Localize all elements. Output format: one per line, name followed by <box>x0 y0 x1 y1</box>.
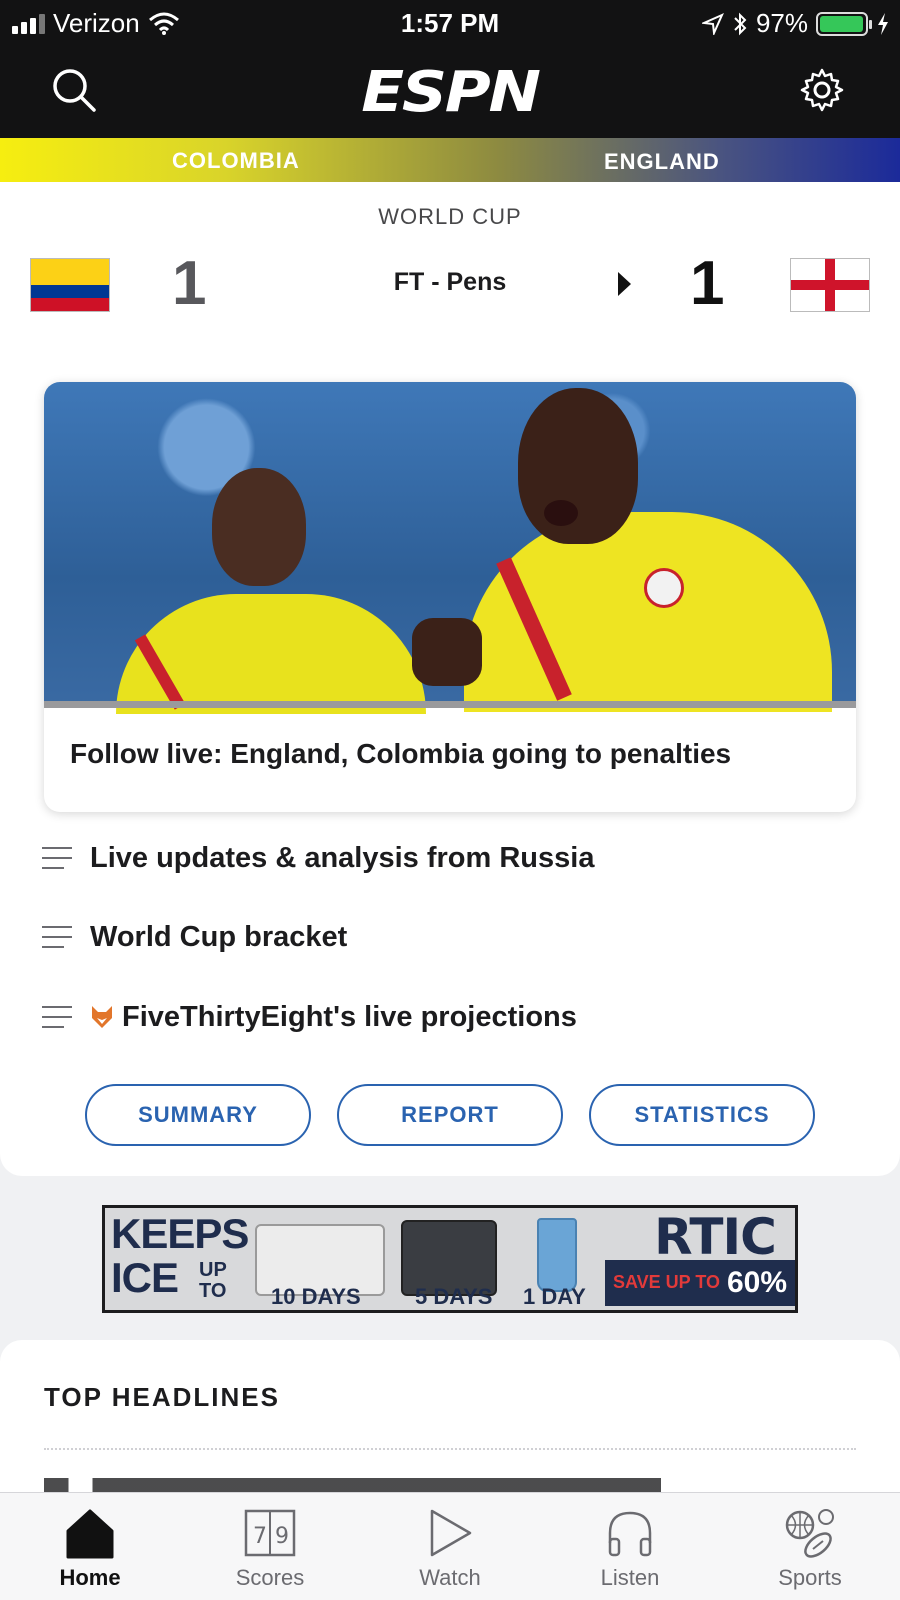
gear-icon[interactable] <box>798 66 846 114</box>
winner-arrow-icon <box>618 272 631 296</box>
play-icon <box>430 1509 472 1557</box>
tab-scores[interactable]: 7 9 Scores <box>180 1493 360 1600</box>
ad-save-badge: SAVE UP TO 60% <box>605 1260 795 1306</box>
home-team-name: COLOMBIA <box>172 148 300 173</box>
away-team-name: ENGLAND <box>604 149 720 174</box>
link-live-updates[interactable]: Live updates & analysis from Russia <box>42 836 594 880</box>
tumbler-image <box>537 1218 577 1292</box>
section-divider <box>44 1448 856 1450</box>
svg-text:7: 7 <box>253 1524 267 1549</box>
away-score: 1 <box>690 249 725 318</box>
svg-text:9: 9 <box>275 1524 289 1549</box>
status-right: 97% <box>701 8 890 39</box>
ad-banner[interactable]: KEEPS ICE UP TO 10 DAYS 5 DAYS 1 DAY RTI… <box>102 1205 798 1313</box>
sports-balls-icon <box>785 1509 834 1558</box>
tab-sports[interactable]: Sports <box>720 1493 900 1600</box>
tab-bar: Home 7 9 Scores Watch Listen Sports <box>0 1492 900 1600</box>
status-bar: Verizon 1:57 PM 97% <box>0 0 900 46</box>
espn-logo[interactable]: ESPN <box>0 60 900 125</box>
battery-icon <box>816 11 872 36</box>
story-photo <box>44 382 856 714</box>
link-label: Live updates & analysis from Russia <box>90 841 595 874</box>
home-icon <box>66 1509 114 1559</box>
ad-label-1-day: 1 DAY <box>523 1284 586 1309</box>
battery-percent: 97% <box>755 8 808 38</box>
headphones-icon <box>608 1511 652 1557</box>
ad-upto-text: UP TO <box>199 1259 227 1302</box>
app-header: ESPN <box>0 46 900 138</box>
match-status: FT - Pens <box>393 268 507 296</box>
list-icon <box>42 847 72 869</box>
charging-icon <box>878 12 888 35</box>
link-fivethirtyeight[interactable]: FiveThirtyEight's live projections <box>42 995 577 1039</box>
england-flag-icon[interactable] <box>790 258 870 312</box>
list-icon <box>42 1006 72 1028</box>
ad-label-5-days: 5 DAYS <box>415 1284 493 1309</box>
summary-button[interactable]: SUMMARY <box>85 1084 311 1146</box>
scoreboard-icon: 7 9 <box>244 1509 296 1557</box>
ad-label-10-days: 10 DAYS <box>271 1284 361 1309</box>
team-banner: COLOMBIA ENGLAND <box>0 138 900 182</box>
location-icon <box>701 12 724 35</box>
match-card: WORLD CUP 1 FT - Pens 1 Follow live: Eng… <box>0 182 900 1176</box>
story-headline[interactable]: Follow live: England, Colombia going to … <box>70 738 731 770</box>
fox-icon <box>92 1006 112 1028</box>
statistics-button[interactable]: STATISTICS <box>589 1084 815 1146</box>
bluetooth-icon <box>734 12 747 35</box>
report-button[interactable]: REPORT <box>337 1084 563 1146</box>
link-label: World Cup bracket <box>90 920 348 953</box>
list-icon <box>42 926 72 948</box>
section-title: TOP HEADLINES <box>44 1382 280 1412</box>
rtic-logo: RTIC <box>654 1208 777 1266</box>
tab-home[interactable]: Home <box>0 1493 180 1600</box>
link-world-cup-bracket[interactable]: World Cup bracket <box>42 915 347 959</box>
tab-watch[interactable]: Watch <box>360 1493 540 1600</box>
competition-label: WORLD CUP <box>378 204 522 229</box>
link-label: FiveThirtyEight's live projections <box>122 1000 577 1033</box>
story-card[interactable]: Follow live: England, Colombia going to … <box>44 382 856 812</box>
tab-listen[interactable]: Listen <box>540 1493 720 1600</box>
